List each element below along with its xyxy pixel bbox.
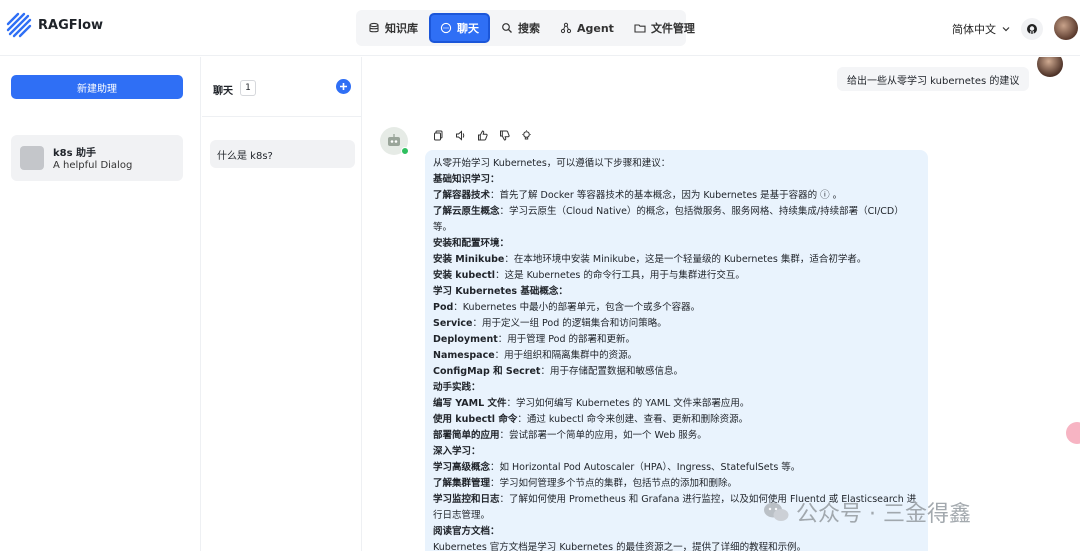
assistant-sidebar: 新建助理 k8s 助手 A helpful Dialog — [0, 57, 201, 551]
main-nav: 知识库 聊天 搜索 Agent 文件管理 — [356, 10, 695, 46]
nav-agent-label: Agent — [577, 21, 614, 35]
wechat-icon — [764, 502, 789, 521]
answer-item: Deployment：用于管理 Pod 的部署和更新。 — [433, 334, 636, 345]
conversation-list: 聊天 1 什么是 k8s? — [202, 57, 362, 551]
answer-item: 了解容器技术：首先了解 Docker 等容器技术的基本概念，因为 Kuberne… — [433, 190, 843, 201]
assistant-card[interactable]: k8s 助手 A helpful Dialog — [11, 135, 183, 181]
answer-item: 安装 Minikube：在本地环境中安装 Minikube，这是一个轻量级的 K… — [433, 254, 867, 265]
nav-file-management-label: 文件管理 — [650, 22, 695, 35]
nav-knowledge-base[interactable]: 知识库 — [359, 13, 427, 43]
user-message-avatar — [1037, 57, 1063, 77]
new-assistant-button[interactable]: 新建助理 — [11, 75, 183, 99]
folder-icon — [634, 24, 646, 33]
nav-search[interactable]: 搜索 — [492, 13, 549, 43]
answer-item: Kubernetes 官方文档是学习 Kubernetes 的最佳资源之一，提供… — [433, 542, 807, 551]
speaker-icon — [455, 129, 464, 141]
copy-button[interactable] — [429, 127, 447, 143]
copy-icon — [433, 130, 442, 140]
answer-item: 编写 YAML 文件：学习如何编写 Kubernetes 的 YAML 文件来部… — [433, 398, 750, 409]
thumbs-down-icon — [499, 130, 510, 141]
answer-item: Namespace：用于组织和隔离集群中的资源。 — [433, 350, 638, 361]
nav-agent[interactable]: Agent — [551, 13, 623, 43]
chat-icon — [440, 22, 452, 34]
like-button[interactable] — [473, 127, 491, 143]
answer-item: 学习高级概念：如 Horizontal Pod Autoscaler（HPA）、… — [433, 462, 801, 473]
user-avatar[interactable] — [1054, 16, 1078, 40]
ragflow-logo-icon — [6, 12, 32, 38]
github-link[interactable] — [1021, 18, 1043, 40]
user-message: 给出一些从零学习 kubernetes 的建议 — [837, 67, 1030, 91]
section-heading: 动手实践： — [433, 382, 481, 393]
nav-file-management[interactable]: 文件管理 — [625, 13, 704, 43]
assistant-name: k8s 助手 — [53, 148, 97, 159]
nav-search-label: 搜索 — [518, 22, 540, 35]
language-select[interactable]: 简体中文 — [952, 21, 1011, 37]
message-toolbar — [429, 127, 535, 143]
answer-item: Pod：Kubernetes 中最小的部署单元，包含一个或多个容器。 — [433, 302, 701, 313]
section-heading: 安装和配置环境： — [433, 238, 510, 249]
section-heading: 基础知识学习： — [433, 174, 500, 185]
chevron-down-icon — [1002, 27, 1010, 32]
section-heading: 深入学习： — [433, 446, 481, 457]
assistant-message: 从零开始学习 Kubernetes，可以遵循以下步骤和建议： 基础知识学习： 了… — [425, 150, 928, 551]
github-icon — [1027, 24, 1037, 34]
prompt-button[interactable] — [517, 127, 535, 143]
dislike-button[interactable] — [495, 127, 513, 143]
answer-item: Service：用于定义一组 Pod 的逻辑集合和访问策略。 — [433, 318, 667, 329]
answer-item: ConfigMap 和 Secret：用于存储配置数据和敏感信息。 — [433, 366, 683, 377]
chat-area: 给出一些从零学习 kubernetes 的建议 从零开始学习 Kubernete… — [363, 57, 1080, 551]
answer-intro: 从零开始学习 Kubernetes，可以遵循以下步骤和建议： — [433, 158, 671, 169]
read-aloud-button[interactable] — [451, 127, 469, 143]
search-icon — [502, 23, 512, 33]
conversation-list-header: 聊天 1 — [202, 57, 362, 117]
assistant-description: A helpful Dialog — [53, 160, 133, 171]
nav-chat[interactable]: 聊天 — [429, 13, 490, 43]
watermark: 公众号 · 三金得鑫 — [762, 496, 971, 528]
answer-item: 了解集群管理：学习如何管理多个节点的集群，包括节点的添加和删除。 — [433, 478, 738, 489]
app-logo[interactable]: RAGFlow — [6, 12, 103, 38]
assistant-avatar — [20, 146, 44, 170]
conversation-list-title: 聊天 — [213, 86, 233, 97]
section-heading: 学习 Kubernetes 基础概念： — [433, 286, 568, 297]
online-status-dot — [401, 147, 409, 155]
answer-item: 使用 kubectl 命令：通过 kubectl 命令来创建、查看、更新和删除资… — [433, 414, 749, 425]
robot-icon — [388, 134, 400, 146]
answer-item: 了解云原生概念：学习云原生（Cloud Native）的概念，包括微服务、服务网… — [433, 206, 904, 233]
plus-icon — [340, 83, 347, 90]
answer-item: 安装 kubectl：这是 Kubernetes 的命令行工具，用于与集群进行交… — [433, 270, 745, 281]
watermark-text: 公众号 · 三金得鑫 — [796, 502, 971, 527]
add-conversation-button[interactable] — [336, 79, 351, 94]
answer-item: 部署简单的应用：尝试部署一个简单的应用，如一个 Web 服务。 — [433, 430, 707, 441]
language-label: 简体中文 — [952, 23, 996, 36]
conversation-item[interactable]: 什么是 k8s? — [210, 140, 355, 168]
agent-icon — [560, 22, 572, 34]
app-name: RAGFlow — [38, 17, 104, 33]
lightbulb-icon — [521, 129, 531, 139]
thumbs-up-icon — [477, 129, 488, 140]
nav-chat-label: 聊天 — [457, 22, 479, 35]
database-icon — [369, 22, 379, 33]
top-bar: RAGFlow 知识库 聊天 搜索 Agent 文件管理 简体中文 — [0, 0, 1080, 56]
conversation-count-badge: 1 — [240, 80, 256, 96]
assistant-message-avatar — [380, 127, 409, 155]
nav-knowledge-base-label: 知识库 — [385, 22, 418, 35]
